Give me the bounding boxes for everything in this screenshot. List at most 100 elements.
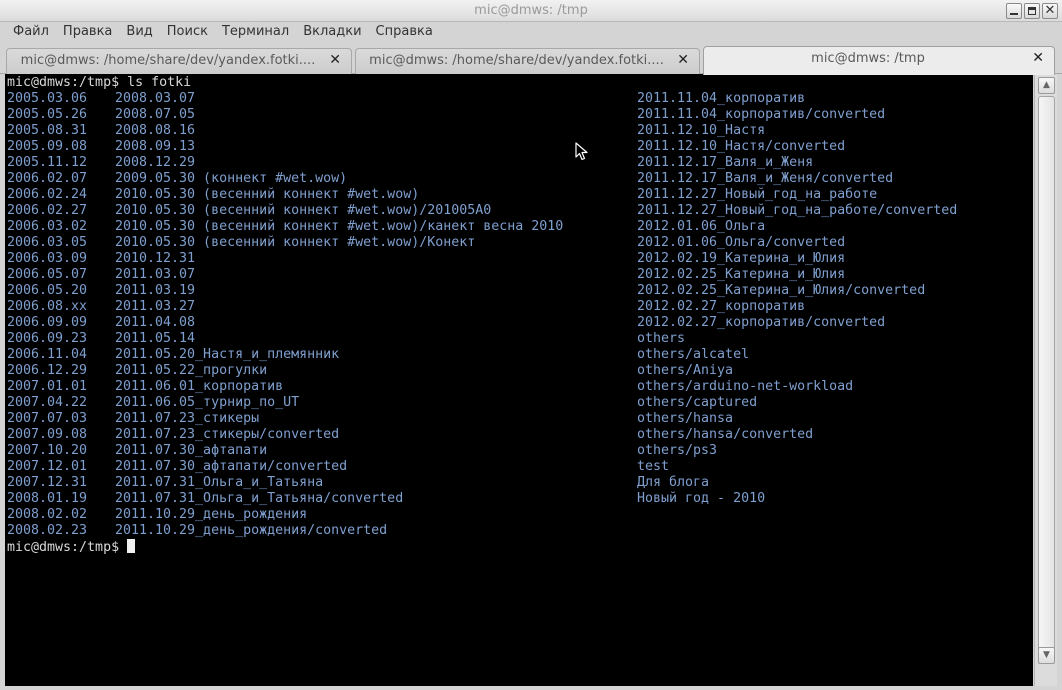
listing-entry: 2010.05.30 (весенний коннект #wet.wow)/К…	[115, 235, 476, 250]
listing-entry: 2011.03.19	[115, 283, 196, 298]
listing-entry: 2012.01.06_Ольга	[637, 219, 766, 234]
listing-row: 2005.09.08 2008.09.13 2011.12.10_Настя/con…	[7, 139, 1033, 155]
listing-row: 2008.01.19 2011.07.31_Ольга_и_Татьяна/con…	[7, 491, 1033, 507]
listing-row: 2007.07.03 2011.07.23_стикеры others/hansa	[7, 411, 1033, 427]
listing-row: 2006.02.24 2010.05.30 (весенний коннект #…	[7, 187, 1033, 203]
listing-row: 2006.03.05 2010.05.30 (весенний коннект #…	[7, 235, 1033, 251]
listing-entry: 2006.05.20	[7, 283, 88, 298]
scrollbar-thumb[interactable]	[1038, 96, 1055, 651]
listing-row: 2007.12.01 2011.07.30_афтапати/converted t…	[7, 459, 1033, 475]
listing-entry: 2006.02.24	[7, 187, 88, 202]
prompt: mic@dmws:/tmp$	[7, 75, 120, 90]
listing-entry: 2011.03.07	[115, 267, 196, 282]
listing-entry: 2011.12.10_Настя/converted	[637, 139, 846, 154]
listing-row: 2005.11.12 2008.12.29 2011.12.17_Валя_и_Же…	[7, 155, 1033, 171]
listing-row: 2007.04.22 2011.06.05_турнир_по_UT others/…	[7, 395, 1033, 411]
listing-entry: 2011.11.04_корпоратив	[637, 91, 806, 106]
close-tab-icon[interactable]: ✕	[1032, 50, 1044, 66]
menu-file[interactable]: Файл	[6, 22, 56, 44]
current-prompt-line[interactable]: mic@dmws:/tmp$	[7, 539, 1033, 555]
listing-entry: 2006.11.04	[7, 347, 88, 362]
listing-entry: 2005.05.26	[7, 107, 88, 122]
listing-entry: 2011.05.14	[115, 331, 196, 346]
directory-listing: 2005.03.06 2008.03.07 2011.11.04_корпорати…	[7, 91, 1033, 539]
listing-entry: 2012.02.25_Катерина_и_Юлия	[637, 267, 846, 282]
command: ls fotki	[127, 75, 192, 90]
tab-1[interactable]: mic@dmws: /home/share/dev/yandex.fotki..…	[6, 48, 352, 74]
listing-entry: 2011.12.17_Валя_и_Женя	[637, 155, 814, 170]
listing-row: 2006.08.xx 2011.03.27 2012.02.27_корпорати…	[7, 299, 1033, 315]
minimize-button[interactable]	[1006, 3, 1022, 19]
listing-entry: 2008.12.29	[115, 155, 196, 170]
listing-row: 2005.08.31 2008.08.16 2011.12.10_Настя	[7, 123, 1033, 139]
vertical-scrollbar[interactable]: ▲ ▼	[1034, 74, 1057, 686]
maximize-button[interactable]	[1024, 3, 1040, 19]
listing-entry: 2011.07.23_стикеры/converted	[115, 427, 340, 442]
tab-label: mic@dmws: /home/share/dev/yandex.fotki..…	[20, 53, 316, 68]
listing-entry: 2006.03.05	[7, 235, 88, 250]
listing-row: 2006.03.02 2010.05.30 (весенний коннект #…	[7, 219, 1033, 235]
listing-entry: 2011.10.29_день_рождения/converted	[115, 523, 388, 538]
window-controls: ✕	[1006, 3, 1058, 19]
listing-entry: 2007.10.20	[7, 443, 88, 458]
listing-row: 2007.10.20 2011.07.30_афтапати others/ps3	[7, 443, 1033, 459]
listing-row: 2007.12.31 2011.07.31_Ольга_и_Татьяна Для …	[7, 475, 1033, 491]
listing-entry: Новый год - 2010	[637, 491, 766, 506]
listing-entry: 2008.09.13	[115, 139, 196, 154]
tab-2[interactable]: mic@dmws: /home/share/dev/yandex.fotki..…	[355, 48, 700, 74]
listing-entry: others	[637, 331, 686, 346]
listing-entry: others/captured	[637, 395, 758, 410]
menu-help[interactable]: Справка	[369, 22, 440, 44]
listing-entry: 2010.12.31	[115, 251, 196, 266]
listing-entry: 2006.08.xx	[7, 299, 88, 314]
menu-search[interactable]: Поиск	[160, 22, 215, 44]
scroll-down-arrow-icon[interactable]: ▼	[1038, 647, 1055, 664]
listing-entry: 2011.12.17_Валя_и_Женя/converted	[637, 171, 894, 186]
menu-edit[interactable]: Правка	[56, 22, 119, 44]
listing-entry: 2007.04.22	[7, 395, 88, 410]
listing-entry: others/hansa/converted	[637, 427, 814, 442]
close-tab-icon[interactable]: ✕	[677, 52, 689, 68]
menu-view[interactable]: Вид	[119, 22, 159, 44]
listing-row: 2006.09.09 2011.04.08 2012.02.27_корпорати…	[7, 315, 1033, 331]
terminal-output[interactable]: mic@dmws:/tmp$ ls fotki 2005.03.06 2008.0…	[5, 74, 1033, 686]
menu-terminal[interactable]: Терминал	[215, 22, 296, 44]
listing-entry: 2012.02.27_корпоратив	[637, 299, 806, 314]
scroll-up-arrow-icon[interactable]: ▲	[1038, 77, 1055, 94]
listing-entry: 2008.02.02	[7, 507, 88, 522]
listing-entry: 2007.12.01	[7, 459, 88, 474]
listing-entry: others/Aniya	[637, 363, 734, 378]
listing-entry: 2010.05.30 (весенний коннект #wet.wow)/к…	[115, 219, 564, 234]
listing-entry: 2011.07.23_стикеры	[115, 411, 260, 426]
listing-entry: 2005.11.12	[7, 155, 88, 170]
tab-label: mic@dmws: /home/share/dev/yandex.fotki..…	[369, 53, 664, 68]
listing-entry: 2011.06.01_корпоратив	[115, 379, 284, 394]
listing-entry: 2008.07.05	[115, 107, 196, 122]
listing-row: 2006.11.04 2011.05.20_Настя_и_племянник ot…	[7, 347, 1033, 363]
listing-row: 2006.09.23 2011.05.14 others	[7, 331, 1033, 347]
listing-entry: 2011.03.27	[115, 299, 196, 314]
listing-entry: 2005.08.31	[7, 123, 88, 138]
listing-entry: 2008.08.16	[115, 123, 196, 138]
listing-entry: 2007.07.03	[7, 411, 88, 426]
listing-entry: 2011.11.04_корпоратив/converted	[637, 107, 886, 122]
listing-entry: 2006.09.23	[7, 331, 88, 346]
listing-row: 2006.02.07 2009.05.30 (коннект #wet.wow) 2…	[7, 171, 1033, 187]
listing-row: 2005.03.06 2008.03.07 2011.11.04_корпорати…	[7, 91, 1033, 107]
listing-row: 2006.02.27 2010.05.30 (весенний коннект #…	[7, 203, 1033, 219]
listing-entry: 2009.05.30 (коннект #wet.wow)	[115, 171, 348, 186]
listing-entry: 2008.01.19	[7, 491, 88, 506]
window-titlebar[interactable]: mic@dmws: /tmp ✕	[0, 0, 1062, 22]
listing-row: 2006.03.09 2010.12.31 2012.02.19_Катерина_…	[7, 251, 1033, 267]
listing-row: 2005.05.26 2008.07.05 2011.11.04_корпорати…	[7, 107, 1033, 123]
menu-tabs[interactable]: Вкладки	[296, 22, 368, 44]
text-cursor	[127, 539, 136, 553]
tab-3-active[interactable]: mic@dmws: /tmp ✕	[703, 46, 1055, 75]
listing-entry: 2012.01.06_Ольга/converted	[637, 235, 846, 250]
listing-entry: 2011.10.29_день_рождения	[115, 507, 308, 522]
close-button[interactable]: ✕	[1042, 3, 1058, 19]
listing-entry: 2006.03.09	[7, 251, 88, 266]
listing-entry: Для блога	[637, 475, 710, 490]
close-tab-icon[interactable]: ✕	[329, 52, 341, 68]
listing-row: 2007.01.01 2011.06.01_корпоратив others/ar…	[7, 379, 1033, 395]
